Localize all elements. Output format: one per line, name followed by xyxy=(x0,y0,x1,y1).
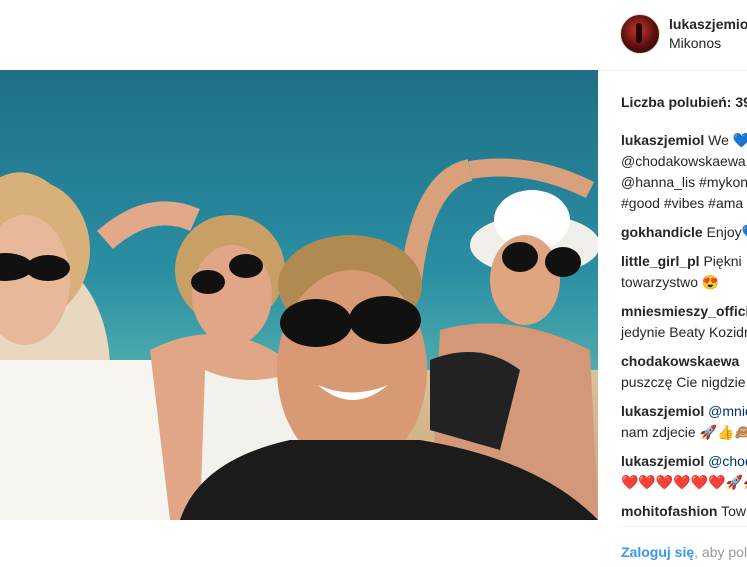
comment-username[interactable]: lukaszjemiol xyxy=(621,403,704,419)
post-sidebar: lukaszjemiol Mikonos Liczba polubień: 39… xyxy=(598,0,747,567)
comment-username[interactable]: mniesmieszy_official xyxy=(621,303,747,319)
likes-count[interactable]: Liczba polubień: 39 xyxy=(621,94,747,110)
comment-text: Enjoy💙 xyxy=(706,224,747,240)
comment-text: nam zdjecie 🚀👍🙈 xyxy=(621,424,747,440)
post-header: lukaszjemiol Mikonos xyxy=(598,0,747,71)
comment-username[interactable]: lukaszjemiol xyxy=(621,132,704,148)
login-link[interactable]: Zaloguj się xyxy=(621,544,694,560)
post-photo[interactable] xyxy=(0,70,598,520)
comment-text[interactable]: @hanna_lis #mykonos xyxy=(621,172,747,193)
comment-username[interactable]: gokhandicle xyxy=(621,224,703,240)
comment-item: mniesmieszy_official jedynie Beaty Kozid… xyxy=(621,301,747,343)
comment-item: little_girl_pl Piękni towarzystwo 😍 xyxy=(621,251,747,293)
comment-item: lukaszjemiol @mnie nam zdjecie 🚀👍🙈 xyxy=(621,401,747,443)
comment-item: chodakowskaewa puszczę Cie nigdzie xyxy=(621,351,747,393)
comment-username[interactable]: lukaszjemiol xyxy=(621,453,704,469)
divider xyxy=(621,526,747,527)
avatar[interactable] xyxy=(620,14,660,54)
comment-username[interactable]: little_girl_pl xyxy=(621,253,700,269)
comment-text: Piękni xyxy=(703,253,742,269)
login-prompt: Zaloguj się, aby pol xyxy=(621,544,747,560)
comment-list: lukaszjemiol We 💙 @chodakowskaewa @hanna… xyxy=(621,130,747,530)
comment-username[interactable]: mohitofashion xyxy=(621,503,717,519)
comment-text[interactable]: @mnie xyxy=(708,403,747,419)
post-username[interactable]: lukaszjemiol xyxy=(669,16,747,32)
comment-text: ❤️❤️❤️❤️❤️❤️🚀🚀🚀 xyxy=(621,474,747,490)
comment-text[interactable]: @chodakowskaewa xyxy=(621,151,747,172)
post-location[interactable]: Mikonos xyxy=(669,35,721,51)
comment-item: mohitofashion Tow xyxy=(621,501,747,522)
comment-item: lukaszjemiol @chod ❤️❤️❤️❤️❤️❤️🚀🚀🚀 xyxy=(621,451,747,493)
comment-text[interactable]: #good #vibes #ama xyxy=(621,193,747,214)
avatar-figure-icon xyxy=(636,23,642,43)
comment-text: towarzystwo 😍 xyxy=(621,274,720,290)
login-prompt-text: , aby pol xyxy=(694,544,747,560)
comment-text: jedynie Beaty Kozidr xyxy=(621,324,747,340)
comment-username[interactable]: chodakowskaewa xyxy=(621,353,739,369)
comment-item: gokhandicle Enjoy💙 xyxy=(621,222,747,243)
comment-text[interactable]: @chod xyxy=(708,453,747,469)
comment-item: lukaszjemiol We 💙 @chodakowskaewa @hanna… xyxy=(621,130,747,214)
selfie-photo xyxy=(0,70,598,520)
comment-text: puszczę Cie nigdzie xyxy=(621,374,746,390)
comment-text: We 💙 xyxy=(708,132,747,148)
comment-text: Tow xyxy=(721,503,746,519)
